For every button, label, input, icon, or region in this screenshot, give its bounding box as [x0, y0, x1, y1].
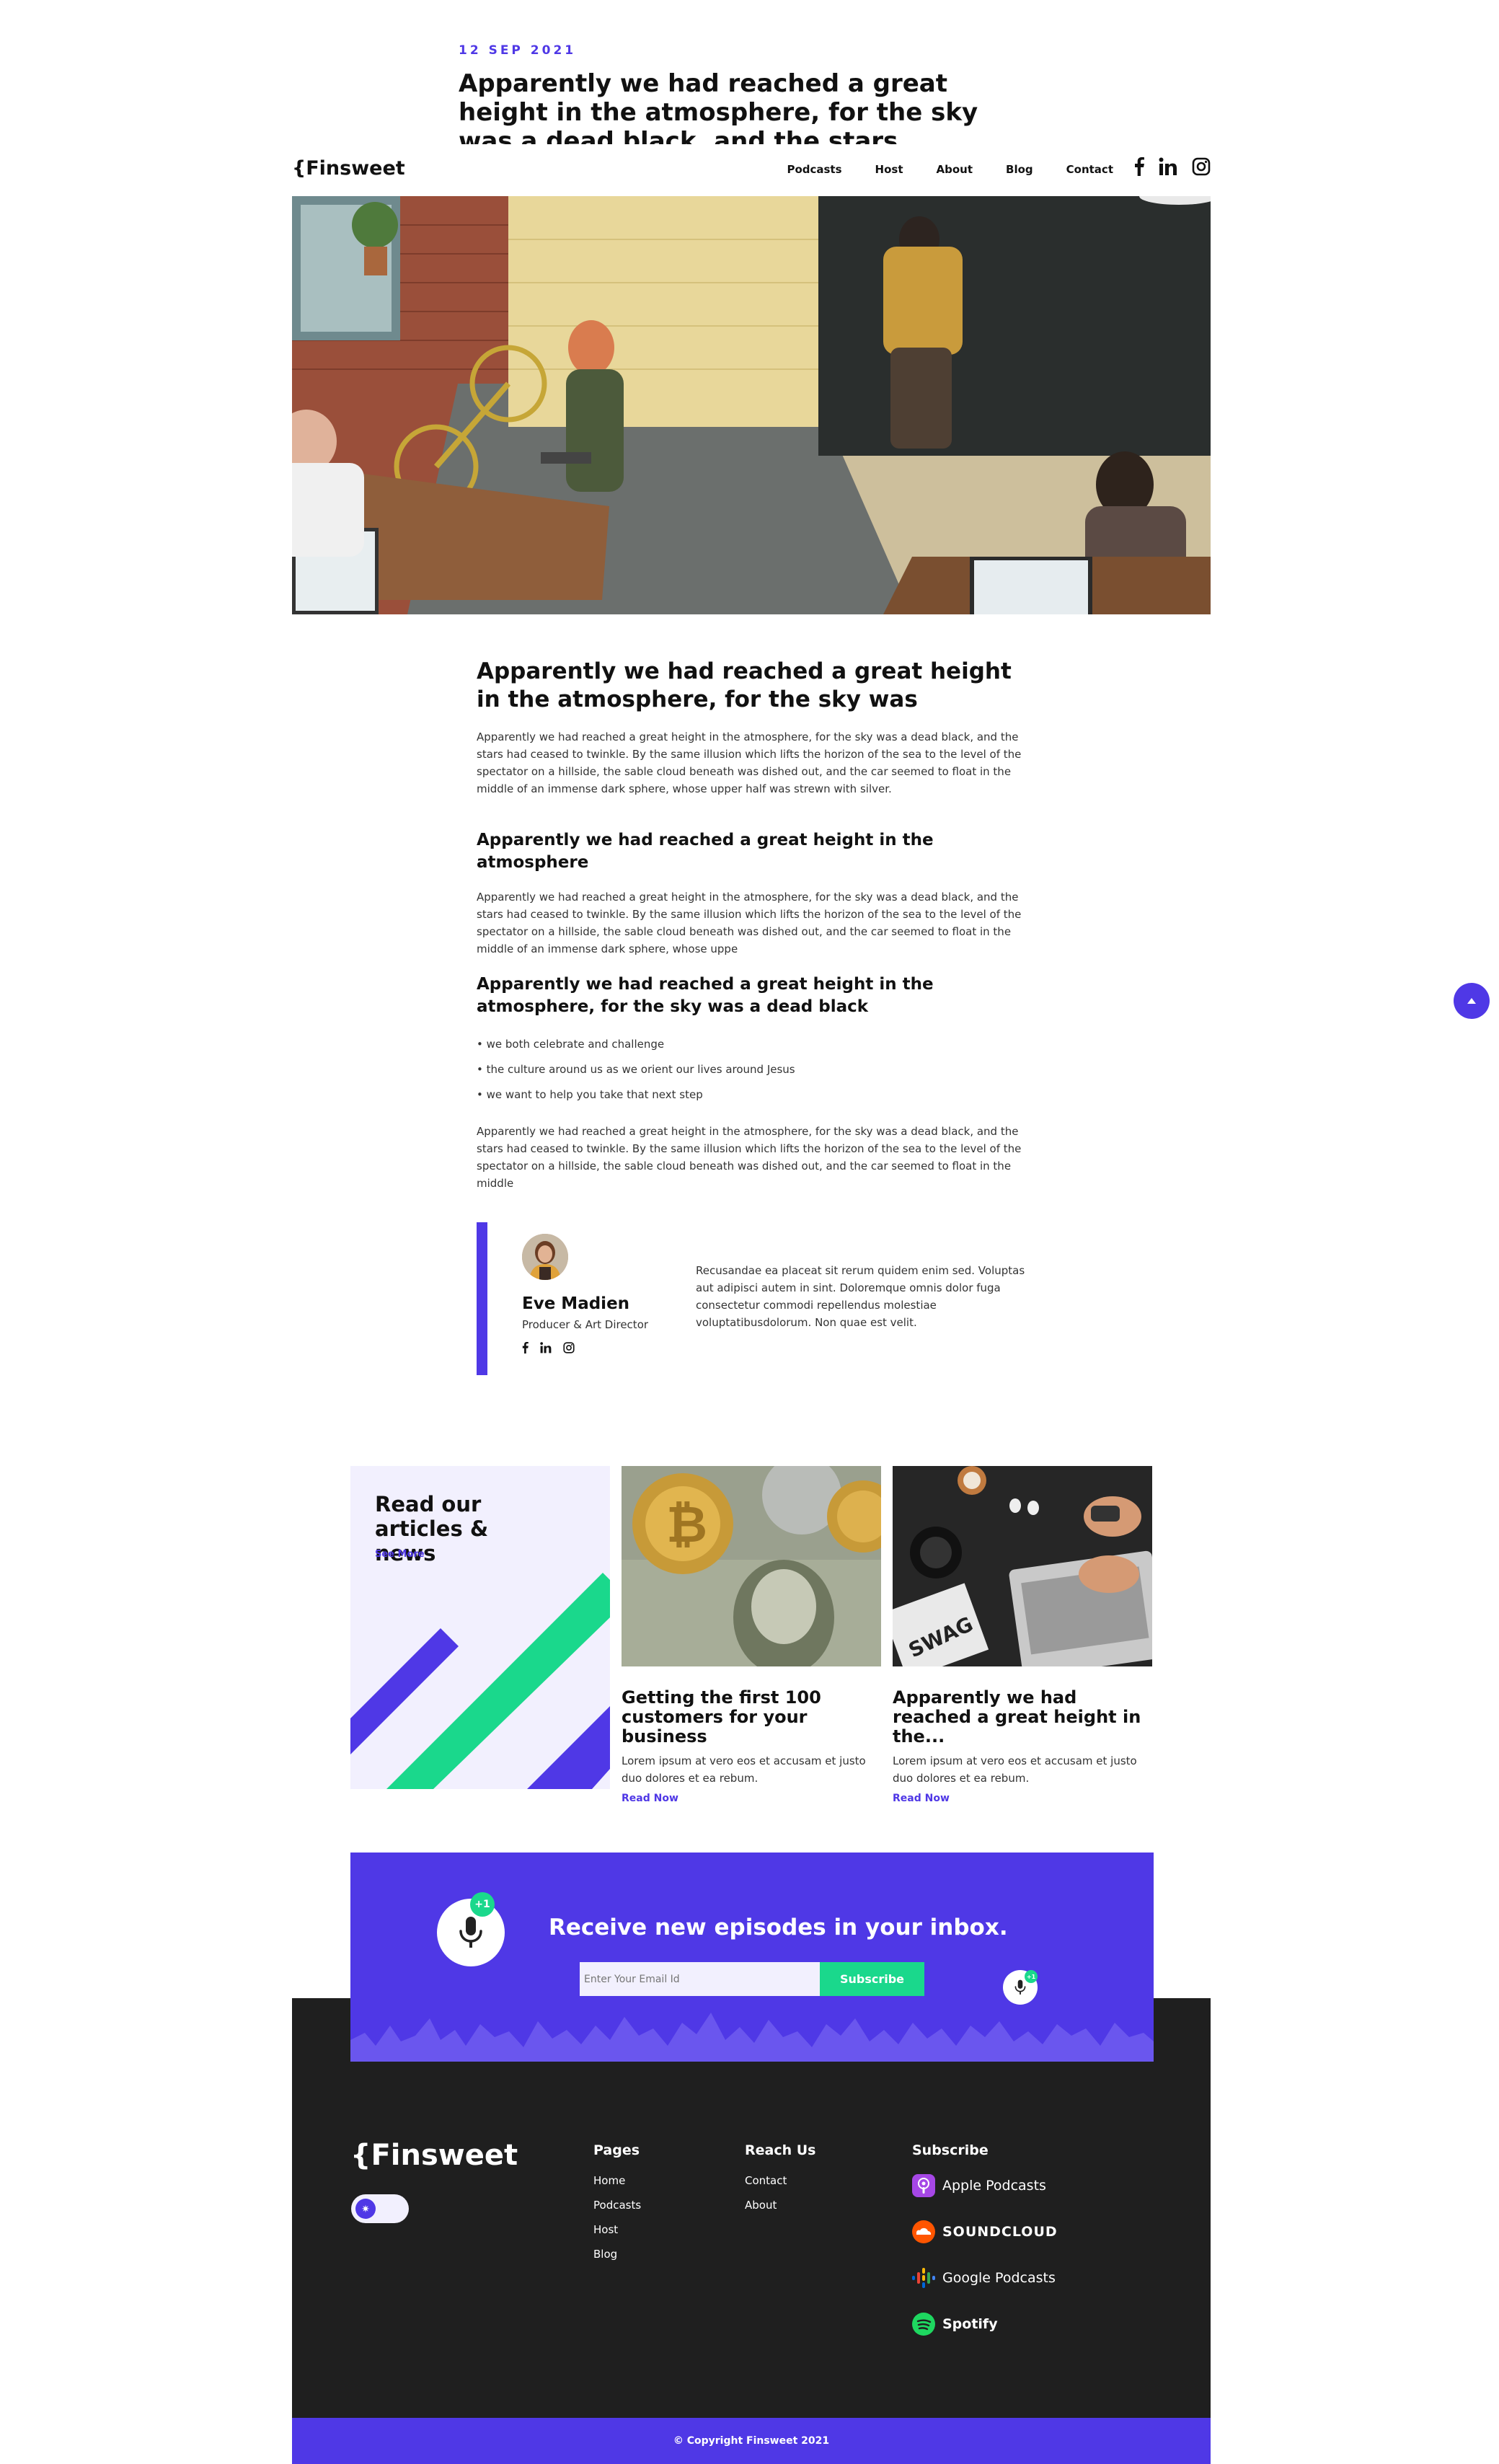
- google-podcasts-icon: [912, 2268, 935, 2288]
- footer-reach-heading: Reach Us: [745, 2142, 816, 2158]
- article-paragraph-2: Apparently we had reached a great height…: [477, 891, 1022, 955]
- notification-badge: +1: [470, 1892, 495, 1917]
- nav-link-host[interactable]: Host: [875, 163, 903, 176]
- apple-podcasts-label: Apple Podcasts: [942, 2178, 1046, 2194]
- instagram-icon[interactable]: [563, 1342, 575, 1354]
- post-excerpt: Lorem ipsum at vero eos et accusam et ju…: [622, 1754, 866, 1785]
- post-image-desk: SWAG: [893, 1466, 1152, 1666]
- logo[interactable]: {Finsweet: [292, 157, 405, 180]
- footer-subscribe-column: Subscribe Apple Podcasts SOUNDCLOUD Goog…: [912, 2142, 1058, 2359]
- post-date: 12 SEP 2021: [459, 43, 577, 58]
- author-quote: Recusandae ea placeat sit rerum quidem e…: [696, 1264, 1025, 1329]
- author-accent-bar: [477, 1222, 487, 1375]
- author-name: Eve Madien: [522, 1294, 630, 1313]
- nav-links: Podcasts Host About Blog Contact: [787, 163, 1113, 176]
- microphone-icon: [1014, 1979, 1026, 1995]
- avatar: [522, 1234, 568, 1280]
- author-social: [522, 1342, 575, 1354]
- spotify-icon: [912, 2313, 935, 2336]
- footer-subscribe-heading: Subscribe: [912, 2142, 989, 2158]
- scroll-to-top-button[interactable]: [1454, 983, 1490, 1019]
- soundcloud-icon: [912, 2220, 935, 2243]
- email-field[interactable]: [580, 1962, 820, 1996]
- read-now-link[interactable]: Read Now: [893, 1793, 1152, 1804]
- article-paragraph-3: Apparently we had reached a great height…: [477, 1125, 1022, 1190]
- nav-link-podcasts[interactable]: Podcasts: [787, 163, 841, 176]
- facebook-icon[interactable]: [522, 1342, 529, 1354]
- post-card[interactable]: SWAG Apparently we had reached a great h…: [893, 1466, 1152, 1804]
- article-bullet: • we want to help you take that next ste…: [477, 1088, 703, 1101]
- spotify-label: Spotify: [942, 2316, 998, 2332]
- facebook-icon[interactable]: [1134, 157, 1144, 176]
- footer-link-host[interactable]: Host: [593, 2223, 641, 2236]
- linkedin-icon[interactable]: [1159, 157, 1177, 176]
- post-title: Apparently we had reached a great height…: [459, 69, 978, 144]
- footer-reach-column: Reach Us Contact About: [745, 2142, 815, 2223]
- subscribe-button[interactable]: Subscribe: [820, 1962, 924, 1996]
- article-paragraph-1: Apparently we had reached a great height…: [477, 730, 1022, 795]
- navbar: {Finsweet Podcasts Host About Blog Conta…: [292, 153, 1211, 196]
- google-podcasts-label: Google Podcasts: [942, 2270, 1056, 2286]
- author-box: Eve Madien Producer & Art Director Recus…: [477, 1222, 1025, 1375]
- linkedin-icon[interactable]: [540, 1342, 552, 1354]
- microphone-icon: [459, 1917, 482, 1948]
- footer-logo[interactable]: {Finsweet: [350, 2139, 518, 2172]
- svg-text:₿: ₿: [666, 1495, 707, 1554]
- google-podcasts-link[interactable]: Google Podcasts: [912, 2266, 1058, 2289]
- soundcloud-link[interactable]: SOUNDCLOUD: [912, 2220, 1058, 2243]
- nav-link-about[interactable]: About: [937, 163, 973, 176]
- nav-link-contact[interactable]: Contact: [1066, 163, 1113, 176]
- see-more-link[interactable]: See More: [375, 1549, 425, 1560]
- spotify-link[interactable]: Spotify: [912, 2313, 1058, 2336]
- post-title[interactable]: Apparently we had reached a great height…: [893, 1688, 1152, 1747]
- footer-link-blog[interactable]: Blog: [593, 2248, 641, 2261]
- copyright-bar: © Copyright Finsweet 2021: [292, 2418, 1211, 2464]
- newsletter-banner: +1 Receive new episodes in your inbox. S…: [350, 1853, 1154, 2062]
- apple-podcasts-icon: [912, 2174, 935, 2197]
- footer-pages-column: Pages Home Podcasts Host Blog: [593, 2142, 641, 2272]
- waveform-decoration: [350, 2013, 1154, 2062]
- footer-link-contact[interactable]: Contact: [745, 2174, 815, 2187]
- sun-icon: ✷: [355, 2199, 376, 2219]
- footer-link-home[interactable]: Home: [593, 2174, 641, 2187]
- footer-link-about[interactable]: About: [745, 2199, 815, 2212]
- notification-badge-small: +1: [1025, 1970, 1038, 1983]
- post-card[interactable]: ₿ Getting the first 100 customers for yo…: [622, 1466, 881, 1804]
- footer-link-podcasts[interactable]: Podcasts: [593, 2199, 641, 2212]
- author-role: Producer & Art Director: [522, 1318, 649, 1331]
- article-heading: Apparently we had reached a great height…: [477, 658, 1012, 712]
- article-subheading-1: Apparently we had reached a great height…: [477, 831, 934, 872]
- post-title[interactable]: Getting the first 100 customers for your…: [622, 1688, 881, 1747]
- article-body: Apparently we had reached a great height…: [477, 658, 1025, 1192]
- theme-toggle[interactable]: ✷: [351, 2194, 409, 2223]
- nav-link-blog[interactable]: Blog: [1006, 163, 1033, 176]
- footer: {Finsweet ✷ Pages Home Podcasts Host Blo…: [292, 1998, 1211, 2464]
- post-excerpt: Lorem ipsum at vero eos et accusam et ju…: [893, 1754, 1137, 1785]
- article-subheading-2: Apparently we had reached a great height…: [477, 975, 934, 1016]
- read-now-link[interactable]: Read Now: [622, 1793, 881, 1804]
- apple-podcasts-link[interactable]: Apple Podcasts: [912, 2174, 1058, 2197]
- soundcloud-label: SOUNDCLOUD: [942, 2224, 1058, 2240]
- article-bullet: • we both celebrate and challenge: [477, 1038, 665, 1051]
- instagram-icon[interactable]: [1192, 157, 1211, 176]
- footer-pages-heading: Pages: [593, 2142, 640, 2158]
- article-bullet: • the culture around us as we orient our…: [477, 1063, 795, 1076]
- newsletter-title: Receive new episodes in your inbox.: [549, 1915, 1008, 1940]
- caret-up-icon: [1467, 998, 1476, 1004]
- articles-news-card: Read our articles & news See More: [350, 1466, 610, 1789]
- post-image-bitcoin: ₿: [622, 1466, 881, 1666]
- hero-image: [292, 196, 1211, 614]
- nav-social: [1134, 157, 1211, 176]
